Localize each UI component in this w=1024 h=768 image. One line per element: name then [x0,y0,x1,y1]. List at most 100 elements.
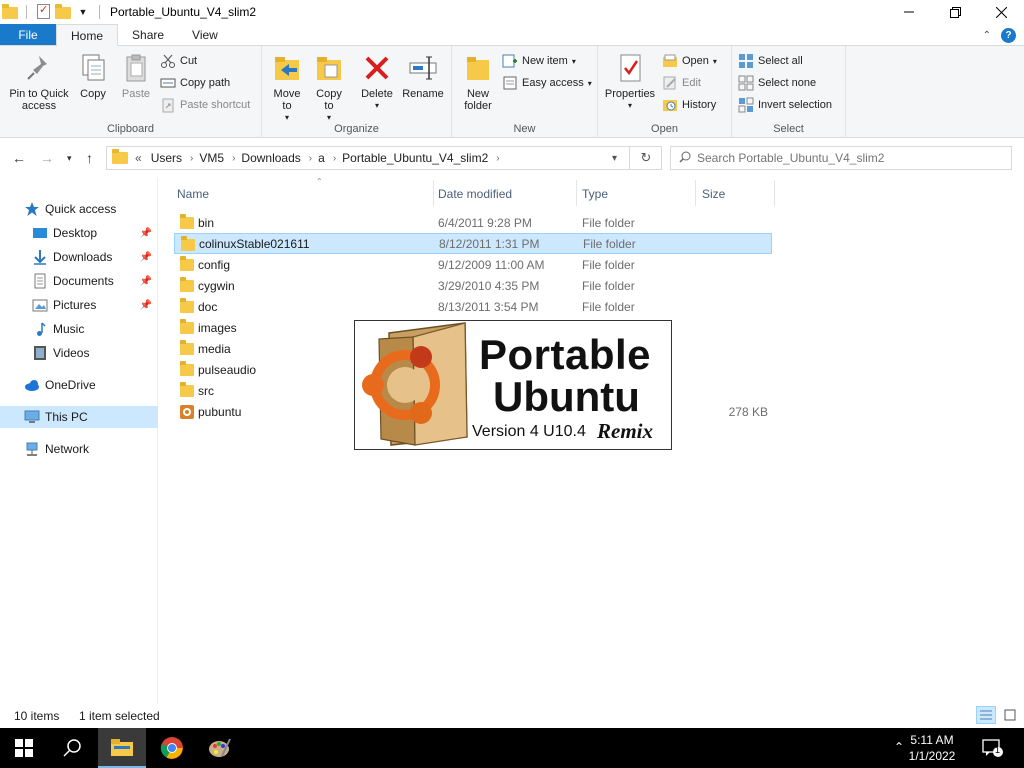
move-to-button[interactable]: Move to ▾ [270,52,304,124]
customize-toolbar-chevron-icon[interactable]: ▼ [75,4,91,20]
copy-to-button[interactable]: Copy to ▾ [312,52,346,124]
taskbar-file-explorer[interactable] [98,728,146,768]
maximize-button[interactable] [932,0,978,24]
nav-item-music[interactable]: Music [0,318,158,340]
column-divider[interactable] [433,180,434,206]
pin-icon[interactable]: 📌 [140,252,152,263]
select-all-button[interactable]: Select all [738,52,803,70]
pin-icon[interactable]: 📌 [140,228,152,239]
pin-to-quick-access-button[interactable]: Pin to Quick access [6,52,72,112]
breadcrumb-users[interactable]: Users [151,151,182,165]
breadcrumb-chevron-icon[interactable]: › [333,153,336,164]
breadcrumb-downloads[interactable]: Downloads [241,151,300,165]
taskbar-chrome[interactable] [148,728,196,768]
tab-file[interactable]: File [0,24,56,45]
tab-home[interactable]: Home [56,24,119,47]
pin-icon[interactable]: 📌 [140,300,152,311]
properties-label: Properties [604,88,656,100]
nav-item-desktop[interactable]: Desktop 📌 [0,222,158,244]
address-dropdown-chevron-icon[interactable]: ▾ [612,153,617,164]
file-name: cygwin [198,278,235,293]
start-button[interactable] [0,728,48,768]
breadcrumb-chevron-icon[interactable]: › [309,153,312,164]
nav-item-onedrive[interactable]: OneDrive [0,374,158,396]
recent-locations-chevron-icon[interactable]: ▾ [67,153,72,164]
details-view-button[interactable] [976,706,996,724]
new-folder-icon[interactable] [55,4,71,20]
large-icons-view-button[interactable] [1000,706,1020,724]
nav-item-quick-access[interactable]: Quick access [0,198,158,220]
nav-item-documents[interactable]: Documents 📌 [0,270,158,292]
search-input[interactable] [697,151,997,165]
column-divider[interactable] [695,180,696,206]
clock-time: 5:11 AM [910,733,954,747]
table-row[interactable]: colinuxStable021611 8/12/2011 1:31 PM Fi… [174,233,772,254]
column-divider[interactable] [774,180,775,206]
tab-view[interactable]: View [178,24,232,45]
properties-dropdown-icon: ▾ [627,101,632,110]
paste-shortcut-button[interactable]: Paste shortcut [160,96,250,114]
search-box[interactable] [670,146,1012,170]
new-folder-button[interactable]: New folder [460,52,496,112]
help-icon[interactable]: ? [1001,27,1016,43]
column-header-name[interactable]: Name ⌃ [177,177,433,204]
close-button[interactable] [978,0,1024,24]
refresh-button[interactable]: ↻ [629,146,662,170]
breadcrumb-chevron-icon[interactable]: › [496,153,499,164]
properties-icon[interactable] [35,3,51,20]
nav-item-this-pc[interactable]: This PC [0,406,158,428]
breadcrumb-current-folder[interactable]: Portable_Ubuntu_V4_slim2 [342,151,488,165]
table-row[interactable]: doc 8/13/2011 3:54 PM File folder [174,296,772,317]
column-header-type[interactable]: Type [582,184,692,204]
cut-button[interactable]: Cut [160,52,197,70]
taskbar-paint[interactable] [196,728,244,768]
tab-share[interactable]: Share [118,24,178,45]
minimize-button[interactable] [886,0,932,24]
column-header-size[interactable]: Size [702,184,772,204]
column-divider[interactable] [576,180,577,206]
delete-button[interactable]: Delete ▾ [360,52,394,112]
table-row[interactable]: bin 6/4/2011 9:28 PM File folder [174,212,772,233]
table-row[interactable]: config 9/12/2009 11:00 AM File folder [174,254,772,275]
nav-item-pictures[interactable]: Pictures 📌 [0,294,158,316]
toolbar-separator [26,5,27,19]
breadcrumb-chevron-icon[interactable]: › [190,153,193,164]
breadcrumb-a[interactable]: a [318,151,325,165]
address-bar[interactable]: « Users › VM5 › Downloads › a › Portable… [106,146,662,170]
select-none-button[interactable]: Select none [738,74,816,92]
rename-button[interactable]: Rename [402,52,444,100]
open-button[interactable]: Open ▾ [662,52,717,70]
edit-button[interactable]: Edit [662,74,701,92]
nav-item-downloads[interactable]: Downloads 📌 [0,246,158,268]
back-arrow-icon[interactable]: ← [12,150,26,166]
nav-item-network[interactable]: Network [0,438,158,460]
pin-icon[interactable]: 📌 [140,276,152,287]
copy-path-button[interactable]: Copy path [160,74,230,92]
column-header-date[interactable]: Date modified [438,184,574,204]
folder-icon [180,340,194,355]
copy-button[interactable]: Copy [76,52,110,100]
folder-icon [180,214,194,229]
forward-arrow-icon[interactable]: → [40,150,54,166]
nav-item-videos[interactable]: Videos [0,342,158,364]
star-icon [24,201,40,217]
easy-access-button[interactable]: Easy access ▾ [502,74,592,92]
notification-count: 1 [995,745,1001,755]
up-arrow-icon[interactable]: ↑ [86,150,93,166]
new-folder-icon [462,52,494,84]
ribbon-collapse-chevron-icon[interactable]: ⌃ [983,30,991,41]
properties-button[interactable]: Properties ▾ [604,52,656,112]
action-center-button[interactable]: 1 [982,738,1004,758]
history-button[interactable]: History [662,96,716,114]
new-item-button[interactable]: New item ▾ [502,52,576,70]
search-button[interactable] [48,728,96,768]
breadcrumb-overflow[interactable]: « [135,151,142,165]
paste-button[interactable]: Paste [116,52,156,100]
breadcrumb-vm5[interactable]: VM5 [199,151,224,165]
toolbar-separator [99,5,100,19]
breadcrumb-chevron-icon[interactable]: › [232,153,235,164]
invert-selection-button[interactable]: Invert selection [738,96,832,114]
nav-label: Network [45,442,90,456]
table-row[interactable]: cygwin 3/29/2010 4:35 PM File folder [174,275,772,296]
taskbar-clock[interactable]: 5:11 AM 1/1/2022 [894,732,970,764]
